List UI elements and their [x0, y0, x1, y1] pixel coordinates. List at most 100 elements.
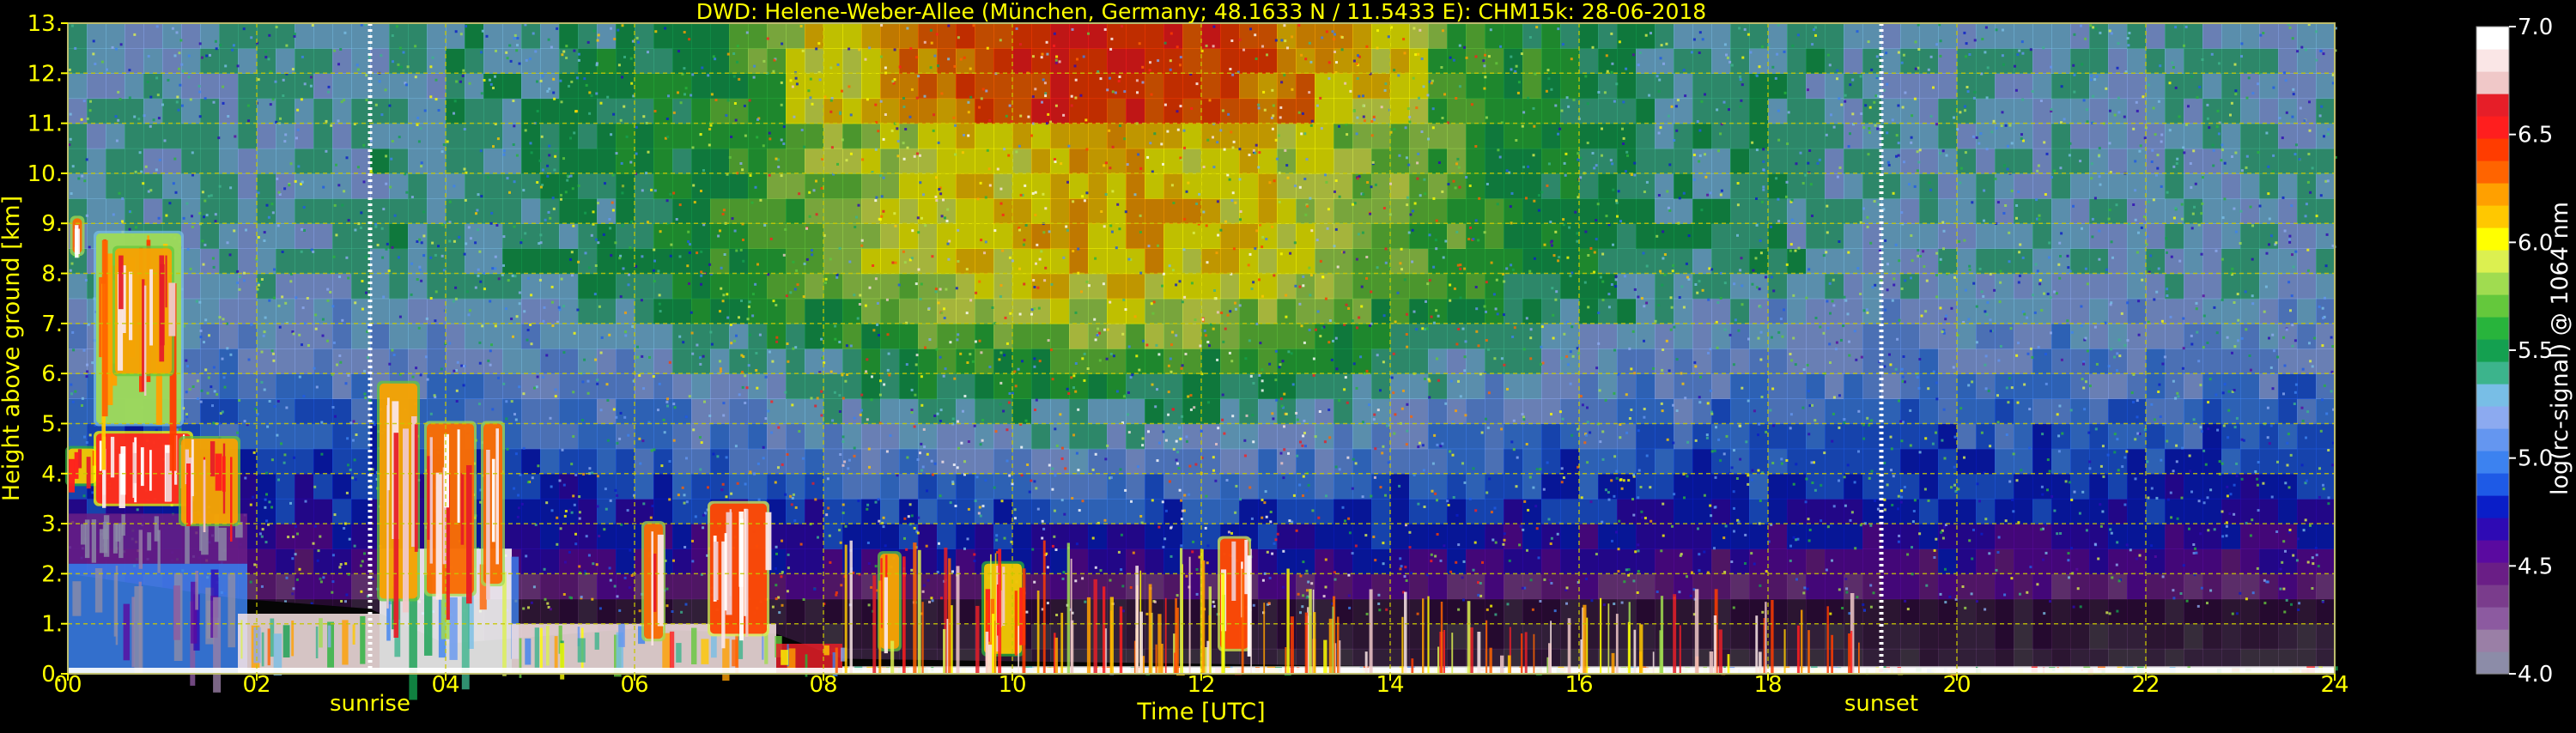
noise-dot	[426, 378, 429, 381]
background-cell	[276, 198, 295, 224]
background-cell	[1201, 473, 1221, 500]
noise-dot	[1604, 488, 1607, 492]
noise-dot	[730, 342, 733, 345]
background-cell	[1579, 148, 1599, 174]
noise-dot	[1601, 430, 1605, 433]
noise-dot	[1898, 259, 1901, 263]
background-cell	[1692, 498, 1712, 524]
noise-dot	[775, 584, 778, 587]
background-cell	[2032, 223, 2052, 249]
background-cell	[1862, 323, 1882, 349]
noise-dot	[238, 276, 241, 278]
background-cell	[276, 123, 295, 149]
background-cell	[295, 348, 314, 374]
background-cell	[1976, 348, 1996, 374]
background-cell	[295, 298, 314, 324]
background-cell	[1220, 448, 1240, 475]
noise-dot	[356, 68, 360, 71]
background-cell	[1182, 48, 1202, 74]
background-cell	[2032, 198, 2052, 224]
background-cell	[1182, 23, 1202, 49]
noise-dot	[913, 526, 916, 530]
noise-dot	[1274, 349, 1278, 353]
background-cell	[767, 598, 787, 625]
background-cell	[351, 148, 371, 174]
noise-dot	[2086, 282, 2089, 286]
noise-dot	[1033, 286, 1036, 288]
background-cell	[1900, 623, 1920, 650]
noise-dot	[1149, 142, 1152, 145]
background-cell	[1900, 73, 1920, 100]
background-cell	[295, 173, 314, 199]
background-cell	[899, 348, 919, 374]
noise-dot	[1228, 351, 1231, 354]
noise-dot	[1176, 45, 1179, 49]
background-cell	[1390, 348, 1410, 374]
background-cell	[1107, 398, 1127, 425]
noise-dot	[1252, 382, 1255, 385]
background-cell	[389, 348, 409, 374]
background-cell	[1277, 498, 1297, 524]
background-cell	[748, 448, 768, 475]
background-cell	[1844, 98, 1863, 124]
background-cell	[1900, 248, 1920, 275]
noise-dot	[1916, 376, 1919, 379]
background-cell	[1636, 148, 1656, 174]
background-cell	[2146, 473, 2166, 500]
background-cell	[2146, 623, 2166, 650]
noise-dot	[780, 81, 783, 84]
noise-dot	[1760, 200, 1764, 203]
noise-dot	[979, 514, 982, 518]
background-cell	[1636, 323, 1656, 349]
noise-dot	[69, 112, 72, 116]
noise-dot	[1432, 265, 1436, 269]
background-cell	[351, 548, 371, 574]
background-cell	[767, 23, 787, 49]
noise-dot	[376, 244, 380, 246]
noise-dot	[971, 360, 975, 363]
background-cell	[1371, 273, 1391, 300]
noise-dot	[736, 482, 739, 485]
background-cell	[729, 98, 749, 124]
noise-dot	[294, 524, 297, 528]
background-cell	[2014, 473, 2033, 500]
background-cell	[1881, 273, 1901, 300]
background-cell	[2297, 348, 2317, 374]
background-cell	[1919, 198, 1939, 224]
background-cell	[1541, 148, 1561, 174]
noise-dot	[1312, 373, 1315, 377]
noise-dot	[1175, 283, 1178, 287]
background-cell	[1598, 498, 1618, 524]
background-cell	[2070, 524, 2090, 549]
background-cell	[1655, 398, 1674, 425]
noise-dot	[547, 210, 550, 214]
background-cell	[1485, 473, 1504, 500]
noise-dot	[939, 420, 942, 422]
noise-dot	[559, 79, 562, 82]
background-cell	[2127, 273, 2147, 300]
background-cell	[2089, 98, 2109, 124]
background-cell	[2240, 573, 2260, 600]
noise-dot	[1983, 219, 1985, 222]
noise-dot	[296, 532, 299, 536]
noise-dot	[1591, 45, 1595, 49]
background-cell	[1919, 298, 1939, 324]
background-cell	[1390, 198, 1410, 224]
noise-dot	[835, 276, 839, 279]
background-cell	[2240, 548, 2260, 574]
noise-dot	[838, 529, 841, 532]
noise-dot	[1072, 386, 1075, 390]
noise-dot	[442, 143, 446, 146]
noise-dot	[133, 33, 137, 36]
background-cell	[2316, 248, 2336, 275]
noise-dot	[1670, 105, 1674, 108]
noise-dot	[683, 67, 686, 70]
background-cell	[937, 524, 957, 549]
background-cell	[597, 598, 617, 625]
noise-dot	[1204, 526, 1207, 530]
noise-dot	[687, 230, 690, 233]
background-cell	[2240, 248, 2260, 275]
noise-dot	[999, 202, 1003, 205]
background-cell	[767, 98, 787, 124]
background-cell	[805, 573, 824, 600]
